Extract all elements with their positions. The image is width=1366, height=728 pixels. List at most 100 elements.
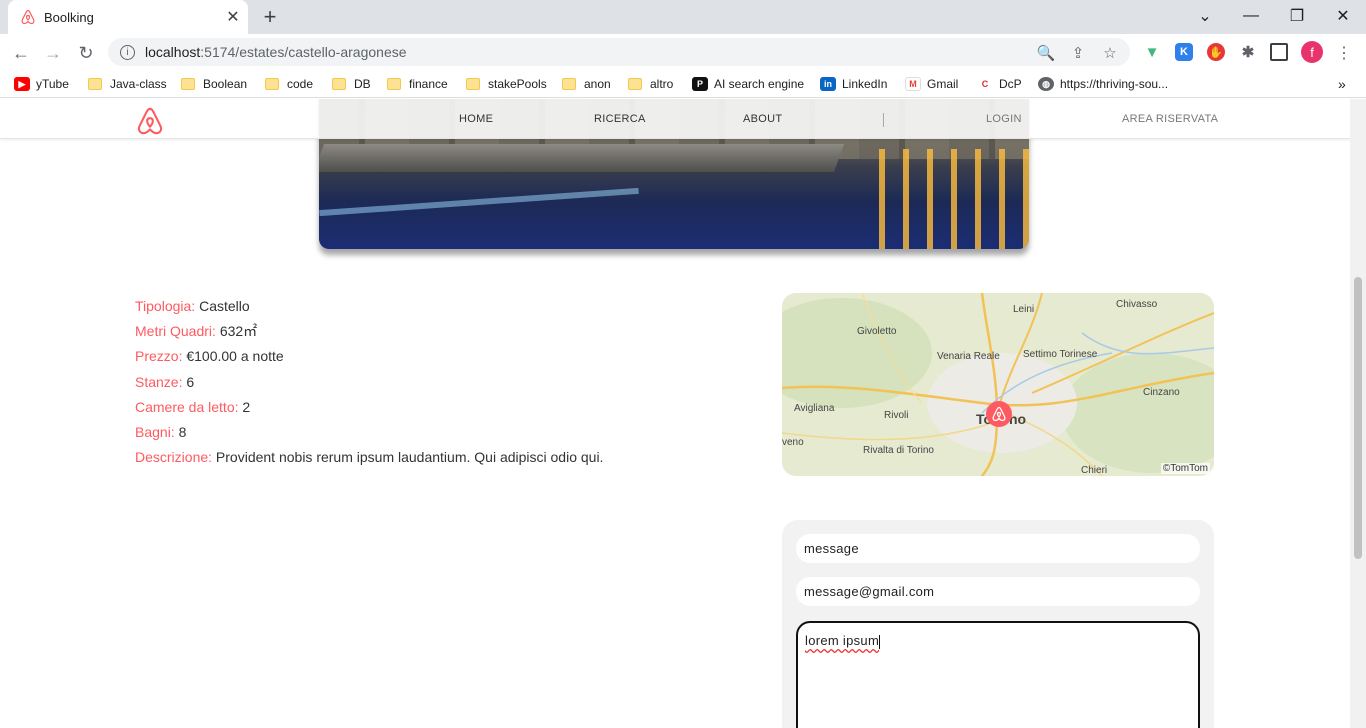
tab-search-icon[interactable]: ⌄ bbox=[1182, 4, 1228, 28]
bookmark-finance[interactable]: finance bbox=[387, 76, 448, 92]
bookmark-thriving[interactable]: ◍ https://thriving-sou... bbox=[1038, 76, 1168, 92]
detail-value: Provident nobis rerum ipsum laudantium. … bbox=[215, 449, 604, 466]
bookmark-label: LinkedIn bbox=[842, 77, 888, 91]
bookmark-label: DB bbox=[354, 77, 371, 91]
browser-menu-icon[interactable]: ⋮ bbox=[1331, 40, 1357, 66]
extensions-puzzle-icon[interactable]: ✱ bbox=[1239, 43, 1257, 61]
bookmark-anon[interactable]: anon bbox=[562, 76, 611, 92]
nav-reserved-area[interactable]: AREA RISERVATA bbox=[1122, 113, 1218, 125]
location-map[interactable]: Chivasso Leini Givoletto Venaria Reale S… bbox=[782, 293, 1214, 476]
bookmark-ai-search[interactable]: P AI search engine bbox=[692, 76, 804, 92]
vue-devtools-icon[interactable]: ▼ bbox=[1143, 43, 1161, 61]
bookmark-label: AI search engine bbox=[714, 77, 805, 91]
browser-tab[interactable]: Boolking ✕ bbox=[8, 0, 248, 34]
bookmark-dcp[interactable]: C DcP bbox=[977, 76, 1022, 92]
zoom-icon[interactable]: 🔍 bbox=[1036, 43, 1056, 63]
airbnb-logo-icon[interactable] bbox=[135, 106, 165, 136]
youtube-icon: ▶ bbox=[14, 77, 30, 91]
bookmark-label: altro bbox=[650, 77, 674, 91]
bookmark-linkedin[interactable]: in LinkedIn bbox=[820, 76, 887, 92]
detail-value: €100.00 a notte bbox=[186, 348, 284, 365]
detail-value: 8 bbox=[178, 424, 187, 441]
linkedin-icon: in bbox=[820, 77, 836, 91]
bookmark-db[interactable]: DB bbox=[332, 76, 371, 92]
k-extension-icon[interactable]: K bbox=[1175, 43, 1193, 61]
bookmark-label: https://thriving-sou... bbox=[1060, 77, 1169, 91]
detail-value: 632㎡ bbox=[219, 323, 258, 340]
folder-icon bbox=[387, 78, 401, 90]
folder-icon bbox=[265, 78, 279, 90]
folder-icon bbox=[181, 78, 195, 90]
boat-light-streak bbox=[319, 187, 639, 217]
bookmark-gmail[interactable]: M Gmail bbox=[905, 76, 958, 92]
name-field[interactable]: message bbox=[796, 534, 1200, 563]
site-navbar: HOME RICERCA ABOUT LOGIN AREA RISERVATA bbox=[0, 99, 1350, 139]
quay bbox=[319, 144, 845, 172]
nav-home[interactable]: HOME bbox=[459, 113, 493, 125]
profile-avatar[interactable]: f bbox=[1301, 41, 1323, 63]
bookmark-ytube[interactable]: ▶ yTube bbox=[14, 76, 69, 92]
bookmark-label: Java-class bbox=[110, 77, 167, 91]
bookmarks-bar: ▶ yTube Java-class Boolean code DB financ… bbox=[0, 70, 1366, 98]
gmail-icon: M bbox=[905, 77, 921, 91]
nav-divider bbox=[883, 113, 884, 127]
bookmark-stakepools[interactable]: stakePools bbox=[466, 76, 547, 92]
folder-icon bbox=[628, 78, 642, 90]
map-place: Venaria Reale bbox=[937, 351, 1000, 362]
airbnb-logo-icon bbox=[992, 406, 1006, 422]
detail-bedrooms: Camere da letto: 2 bbox=[135, 395, 603, 420]
map-place: Rivalta di Torino bbox=[863, 445, 934, 456]
bookmark-altro[interactable]: altro bbox=[628, 76, 673, 92]
text-caret bbox=[879, 634, 881, 649]
address-bar[interactable]: i localhost:5174/estates/castello-aragon… bbox=[108, 38, 1130, 66]
email-field[interactable]: message@gmail.com bbox=[796, 577, 1200, 606]
bookmark-boolean[interactable]: Boolean bbox=[181, 76, 247, 92]
airbnb-favicon-icon bbox=[21, 9, 35, 25]
bookmark-star-icon[interactable]: ☆ bbox=[1100, 43, 1120, 63]
message-textarea[interactable]: lorem ipsum bbox=[796, 621, 1200, 728]
bookmark-label: Boolean bbox=[203, 77, 248, 91]
detail-label: Metri Quadri: bbox=[135, 323, 216, 340]
folder-icon bbox=[562, 78, 576, 90]
water-reflections bbox=[879, 149, 1029, 249]
tab-strip: Boolking ✕ + ⌄ — ❐ ✕ bbox=[0, 0, 1366, 34]
detail-description: Descrizione: Provident nobis rerum ipsum… bbox=[135, 445, 603, 470]
bookmark-label: code bbox=[287, 77, 314, 91]
nav-about[interactable]: ABOUT bbox=[743, 113, 782, 125]
bookmark-code[interactable]: code bbox=[265, 76, 313, 92]
more-bookmarks-icon[interactable]: » bbox=[1338, 76, 1346, 92]
bookmark-label: anon bbox=[584, 77, 611, 91]
detail-bathrooms: Bagni: 8 bbox=[135, 420, 603, 445]
detail-label: Bagni: bbox=[135, 424, 175, 441]
reload-icon[interactable]: ↻ bbox=[73, 40, 99, 66]
minimize-icon[interactable]: — bbox=[1228, 4, 1274, 28]
back-icon[interactable]: ← bbox=[8, 40, 34, 66]
side-panel-icon[interactable] bbox=[1270, 43, 1288, 61]
bookmark-java-class[interactable]: Java-class bbox=[88, 76, 167, 92]
map-place: Leini bbox=[1013, 304, 1035, 315]
detail-value: 6 bbox=[186, 373, 195, 390]
adblock-icon[interactable]: ✋ bbox=[1207, 43, 1225, 61]
forward-icon[interactable]: → bbox=[40, 40, 66, 66]
restore-icon[interactable]: ❐ bbox=[1274, 4, 1320, 28]
perplexity-icon: P bbox=[692, 77, 708, 91]
map-attribution: ©TomTom bbox=[1160, 463, 1210, 474]
detail-area: Metri Quadri: 632㎡ bbox=[135, 319, 603, 344]
map-place: Givoletto bbox=[857, 326, 897, 337]
folder-icon bbox=[88, 78, 102, 90]
page-scrollbar[interactable] bbox=[1350, 99, 1366, 728]
nav-search[interactable]: RICERCA bbox=[594, 113, 646, 125]
map-place: Chieri bbox=[1081, 465, 1108, 476]
detail-rooms: Stanze: 6 bbox=[135, 370, 603, 395]
window-close-icon[interactable]: ✕ bbox=[1320, 4, 1366, 28]
globe-icon: ◍ bbox=[1038, 77, 1054, 91]
site-info-icon[interactable]: i bbox=[120, 44, 135, 60]
detail-label: Prezzo: bbox=[135, 348, 183, 365]
dcp-icon: C bbox=[977, 77, 993, 91]
map-marker-icon[interactable] bbox=[986, 401, 1012, 427]
new-tab-icon[interactable]: + bbox=[258, 4, 282, 29]
close-tab-icon[interactable]: ✕ bbox=[222, 6, 244, 28]
scrollbar-thumb[interactable] bbox=[1354, 277, 1362, 559]
nav-login[interactable]: LOGIN bbox=[986, 113, 1022, 125]
share-icon[interactable]: ⇪ bbox=[1068, 43, 1088, 63]
